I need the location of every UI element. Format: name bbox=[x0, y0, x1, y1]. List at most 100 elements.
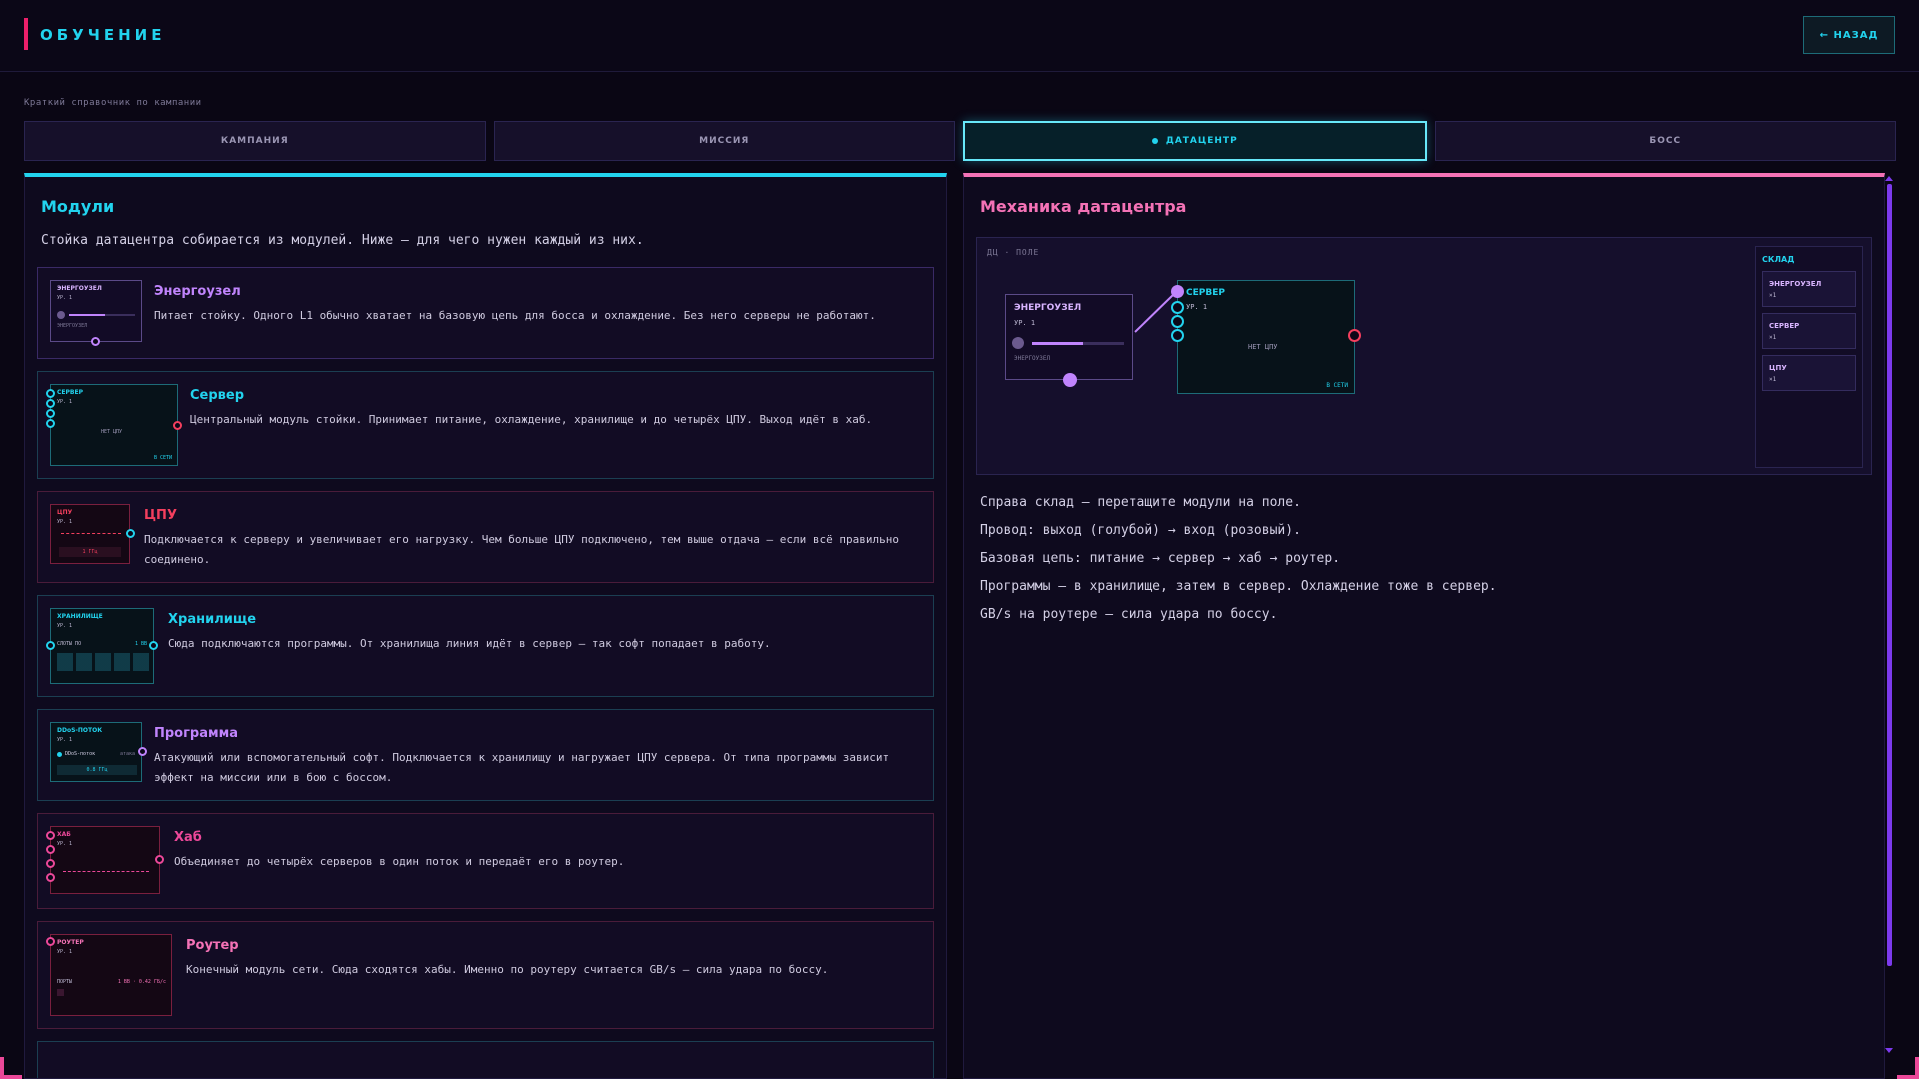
tab-datacenter[interactable]: ДАТАЦЕНТР bbox=[963, 121, 1427, 161]
tip-line: Справа склад — перетащите модули на поле… bbox=[980, 495, 1301, 510]
thumb-level: УР. 1 bbox=[57, 737, 73, 743]
power-gauge-bar bbox=[1032, 342, 1124, 345]
power-gauge-dot-icon bbox=[1012, 337, 1024, 349]
input-port-icon bbox=[46, 937, 55, 946]
module-card-power: ЭНЕРГОУЗЕЛ УР. 1 ЭНЕРГОУЗЕЛ Энергоузел П… bbox=[37, 267, 934, 359]
top-bar: ОБУЧЕНИЕ ← НАЗАД bbox=[0, 0, 1919, 72]
tip-line: Базовая цепь: питание → сервер → хаб → р… bbox=[980, 551, 1341, 566]
input-port-icon[interactable] bbox=[1171, 315, 1184, 328]
input-port-icon[interactable] bbox=[1171, 329, 1184, 342]
modules-panel[interactable]: Модули Стойка датацентра собирается из м… bbox=[24, 173, 947, 1079]
module-description: Питает стойку. Одного L1 обычно хватает … bbox=[154, 309, 876, 322]
output-port-icon bbox=[173, 421, 182, 430]
vertical-scrollbar[interactable] bbox=[1887, 184, 1892, 966]
node-title: ЭНЕРГОУЗЕЛ bbox=[1014, 303, 1082, 313]
thumb-count: 1 ВВ bbox=[134, 641, 147, 647]
thumb-level: УР. 1 bbox=[57, 295, 73, 301]
module-card-partial bbox=[37, 1041, 934, 1078]
thumb-value: 0.8 ГГц bbox=[57, 765, 137, 775]
mechanics-panel[interactable]: Механика датацентра ДЦ · ПОЛЕ ЭНЕРГОУЗЕЛ… bbox=[963, 173, 1885, 1079]
program-thumbnail: DDoS-ПОТОК УР. 1 DDoS-поток атака 0.8 ГГ… bbox=[50, 722, 147, 782]
input-port-icon bbox=[46, 641, 55, 650]
thumb-title: ХАБ bbox=[57, 831, 71, 838]
module-name: ЦПУ bbox=[144, 508, 177, 523]
module-card-router: РОУТЕР УР. 1 ПОРТЫ 1 ВВ · 0.42 ГБ/с Роут… bbox=[37, 921, 934, 1029]
datacenter-field[interactable]: ДЦ · ПОЛЕ ЭНЕРГОУЗЕЛ УР. 1 ЭНЕРГОУЗЕЛ СЕ… bbox=[976, 237, 1872, 475]
program-dot-icon bbox=[57, 752, 62, 757]
tab-label: БОСС bbox=[1649, 136, 1682, 146]
active-dot-icon bbox=[1151, 138, 1158, 144]
tip-line: Провод: выход (голубой) → вход (розовый)… bbox=[980, 523, 1301, 538]
module-card-cpu: ЦПУ УР. 1 1 ГГц ЦПУ Подключается к серве… bbox=[37, 491, 934, 583]
power-gauge-dot-icon bbox=[57, 311, 65, 319]
tab-boss[interactable]: БОСС bbox=[1434, 121, 1896, 161]
storage-slots-icon bbox=[57, 653, 149, 671]
module-card-server: СЕРВЕР УР. 1 НЕТ ЦПУ В СЕТИ Сервер Центр… bbox=[37, 371, 934, 479]
thumb-ports: ПОРТЫ bbox=[57, 979, 73, 985]
hub-thumbnail: ХАБ УР. 1 bbox=[46, 826, 164, 894]
field-node-server[interactable]: СЕРВЕР УР. 1 НЕТ ЦПУ В СЕТИ bbox=[1171, 280, 1361, 394]
module-description: Подключается к серверу и увеличивает его… bbox=[144, 533, 899, 566]
back-button[interactable]: ← НАЗАД bbox=[1803, 16, 1895, 54]
node-status: В СЕТИ bbox=[1326, 382, 1348, 389]
module-card-program: DDoS-ПОТОК УР. 1 DDoS-поток атака 0.8 ГГ… bbox=[37, 709, 934, 801]
scroll-down-arrow-icon[interactable] bbox=[1885, 1048, 1893, 1053]
scroll-up-arrow-icon[interactable] bbox=[1885, 176, 1893, 181]
thumb-level: УР. 1 bbox=[57, 623, 73, 629]
thumb-level: УР. 1 bbox=[57, 399, 73, 405]
warehouse-item-cpu[interactable]: ЦПУ ×1 bbox=[1762, 355, 1856, 391]
output-port-icon[interactable] bbox=[1348, 329, 1361, 342]
node-sub: ЭНЕРГОУЗЕЛ bbox=[1014, 355, 1051, 362]
input-port-icon bbox=[46, 389, 55, 398]
module-name: Хаб bbox=[174, 830, 202, 845]
thumb-center: НЕТ ЦПУ bbox=[101, 429, 123, 435]
thumb-title: СЕРВЕР bbox=[57, 389, 83, 396]
thumb-level: УР. 1 bbox=[57, 841, 73, 847]
title-accent-bar bbox=[24, 18, 28, 50]
thumb-row: DDoS-поток bbox=[65, 751, 96, 757]
module-card-hub: ХАБ УР. 1 Хаб Объединяет до четырёх серв… bbox=[37, 813, 934, 909]
input-port-icon bbox=[46, 845, 55, 854]
tip-line: GB/s на роутере — сила удара по боссу. bbox=[980, 607, 1278, 622]
power-thumbnail: ЭНЕРГОУЗЕЛ УР. 1 ЭНЕРГОУЗЕЛ bbox=[50, 280, 142, 346]
hub-line-icon bbox=[63, 871, 149, 872]
warehouse-item-count: ×1 bbox=[1769, 292, 1777, 299]
warehouse-item-power[interactable]: ЭНЕРГОУЗЕЛ ×1 bbox=[1762, 271, 1856, 307]
output-port-icon bbox=[91, 337, 100, 346]
tab-mission[interactable]: МИССИЯ bbox=[493, 121, 955, 161]
tab-label: КАМПАНИЯ bbox=[220, 136, 289, 146]
node-center: НЕТ ЦПУ bbox=[1248, 343, 1278, 351]
server-thumbnail: СЕРВЕР УР. 1 НЕТ ЦПУ В СЕТИ bbox=[46, 384, 182, 466]
input-port-icon[interactable] bbox=[1171, 285, 1184, 298]
tab-label: МИССИЯ bbox=[699, 136, 750, 146]
module-name: Энергоузел bbox=[154, 284, 241, 299]
modules-title: Модули bbox=[41, 197, 115, 216]
tab-bar: КАМПАНИЯ МИССИЯ ДАТАЦЕНТР БОСС bbox=[24, 121, 1896, 161]
thumb-title: ЦПУ bbox=[57, 509, 73, 516]
thumb-level: УР. 1 bbox=[57, 519, 73, 525]
corner-accent bbox=[0, 1057, 4, 1079]
warehouse-item-server[interactable]: СЕРВЕР ×1 bbox=[1762, 313, 1856, 349]
thumb-slots: СЛОТЫ ПО bbox=[57, 641, 82, 647]
output-port-icon[interactable] bbox=[1063, 373, 1077, 387]
warehouse-title: СКЛАД bbox=[1762, 255, 1795, 264]
output-port-icon bbox=[138, 747, 147, 756]
power-to-server-wire bbox=[1134, 292, 1176, 333]
corner-accent bbox=[1915, 1057, 1919, 1079]
mechanics-title: Механика датацентра bbox=[980, 197, 1187, 216]
thumb-title: ХРАНИЛИЩЕ bbox=[57, 613, 103, 620]
module-card-storage: ХРАНИЛИЩЕ УР. 1 СЛОТЫ ПО 1 ВВ Хранилище … bbox=[37, 595, 934, 697]
modules-intro: Стойка датацентра собирается из модулей.… bbox=[41, 233, 644, 248]
module-description: Центральный модуль стойки. Принимает пит… bbox=[190, 413, 873, 426]
page-title: ОБУЧЕНИЕ bbox=[40, 26, 166, 44]
tab-campaign[interactable]: КАМПАНИЯ bbox=[24, 121, 486, 161]
storage-thumbnail: ХРАНИЛИЩЕ УР. 1 СЛОТЫ ПО 1 ВВ bbox=[46, 608, 158, 684]
module-description: Объединяет до четырёх серверов в один по… bbox=[174, 855, 625, 868]
thumb-title: DDoS-ПОТОК bbox=[57, 727, 103, 734]
input-port-icon bbox=[46, 399, 55, 408]
field-node-power[interactable]: ЭНЕРГОУЗЕЛ УР. 1 ЭНЕРГОУЗЕЛ bbox=[1005, 294, 1133, 387]
input-port-icon[interactable] bbox=[1171, 301, 1184, 314]
page-subtitle: Краткий справочник по кампании bbox=[24, 98, 202, 108]
input-port-icon bbox=[46, 873, 55, 882]
thumb-level: УР. 1 bbox=[57, 949, 73, 955]
